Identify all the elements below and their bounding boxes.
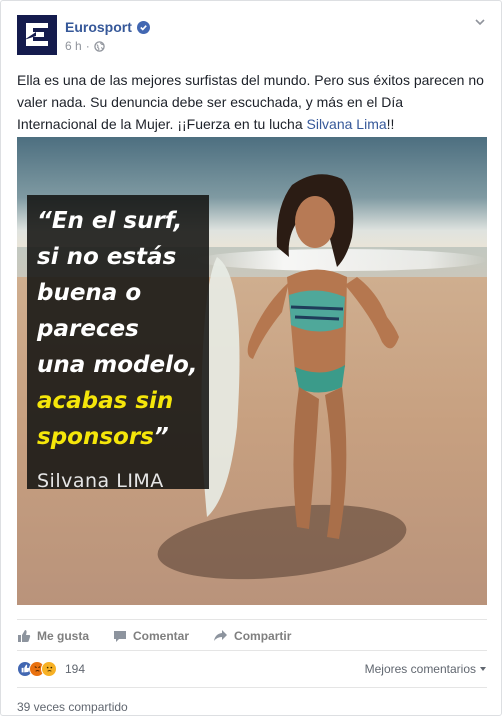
quote-line-4: pareces <box>37 316 139 342</box>
eurosport-logo-icon <box>24 23 48 46</box>
like-label: Me gusta <box>37 628 90 643</box>
mention-link[interactable]: Silvana Lima <box>307 116 387 132</box>
quote-close-mark: ” <box>153 424 169 450</box>
share-button[interactable]: Compartir <box>213 620 291 650</box>
chevron-down-icon[interactable] <box>473 15 487 29</box>
page-name-row: Eurosport <box>65 19 150 35</box>
quote-highlight-1: acabas sin <box>37 388 174 414</box>
eurosport-logo[interactable] <box>17 15 57 55</box>
speech-bubble-icon <box>114 630 127 642</box>
verified-badge-icon <box>136 20 150 34</box>
post-timestamp[interactable]: 6 h <box>65 39 82 53</box>
quote-line-2: si no estás <box>37 244 177 270</box>
post-header: Eurosport 6 h · <box>17 15 487 59</box>
post-text-main: Ella es una de las mejores surfistas del… <box>17 72 484 132</box>
share-arrow-icon <box>214 629 228 641</box>
quote-line-3: buena o <box>37 280 142 306</box>
share-count-label: 39 veces compartido <box>17 700 128 714</box>
thumbs-up-icon <box>18 629 31 642</box>
comment-sort-dropdown[interactable]: Mejores comentarios <box>365 662 487 676</box>
caret-down-icon <box>480 666 486 671</box>
post-meta: 6 h · <box>65 39 105 53</box>
meta-separator: · <box>85 39 90 53</box>
globe-icon <box>93 40 105 52</box>
comment-button[interactable]: Comentar <box>113 620 189 650</box>
quote-highlight-2: sponsors <box>37 424 154 450</box>
post-text-end: !! <box>386 116 395 132</box>
surfer-figure <box>201 174 399 539</box>
quote-author: Silvana LIMA <box>37 470 164 492</box>
post-text: Ella es una de las mejores surfistas del… <box>17 69 487 135</box>
share-label: Compartir <box>234 628 292 643</box>
page-name-link[interactable]: Eurosport <box>65 19 132 35</box>
sad-reaction-icon <box>41 660 57 677</box>
reaction-summary[interactable]: 194 <box>17 660 86 677</box>
reaction-emojis <box>17 660 57 677</box>
comment-sort-label: Mejores comentarios <box>364 661 476 676</box>
quote-overlay: “En el surf, si no estás buena o pareces… <box>27 195 209 492</box>
like-button[interactable]: Me gusta <box>17 620 89 650</box>
quote-line-5: una modelo, <box>37 352 198 378</box>
action-bar: Me gusta Comentar Compartir <box>17 619 487 649</box>
post-card: Eurosport 6 h · Ella es una de las mejor… <box>0 0 502 716</box>
comment-label: Comentar <box>133 628 190 643</box>
post-photo[interactable]: “En el surf, si no estás buena o pareces… <box>17 137 487 605</box>
quote-line-1: “En el surf, <box>37 208 183 234</box>
share-count[interactable]: 39 veces compartido <box>17 687 487 717</box>
reactions-bar: 194 Mejores comentarios <box>17 650 487 686</box>
reaction-count: 194 <box>65 661 86 676</box>
